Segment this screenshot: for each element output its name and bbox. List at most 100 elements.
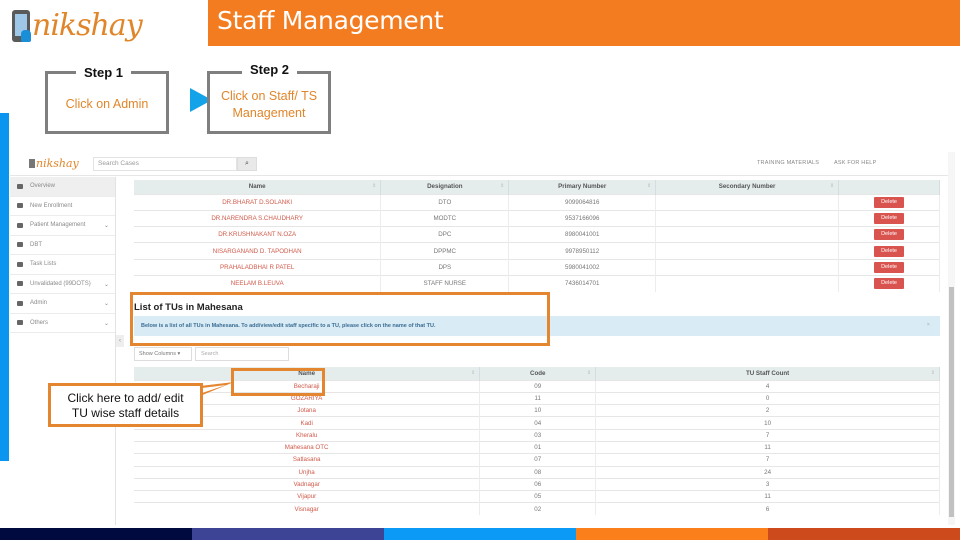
bottom-bar-segment xyxy=(384,528,576,540)
tu-code: 02 xyxy=(479,502,597,516)
staff-designation: MODTC xyxy=(380,209,510,227)
staff-secondary-number xyxy=(655,274,840,292)
col-header-tu-staff-count[interactable]: TU Staff Count ⇕ xyxy=(595,367,940,380)
callout-line2: TU wise staff details xyxy=(71,406,180,420)
close-icon[interactable]: × xyxy=(927,322,930,328)
sidebar-item-label: DBT xyxy=(30,241,42,248)
sidebar-item-label: New Enrollment xyxy=(30,202,73,209)
tu-code: 08 xyxy=(479,465,597,479)
sidebar-item-label: Task Lists xyxy=(30,261,57,268)
search-cases-input[interactable]: Search Cases xyxy=(93,157,237,171)
tu-code: 09 xyxy=(479,379,597,393)
tu-code: 05 xyxy=(479,490,597,503)
ask-for-help-link[interactable]: ASK FOR HELP xyxy=(834,160,876,166)
tu-section-highlight xyxy=(130,292,550,346)
step-2-label: Step 2 xyxy=(242,62,298,77)
tu-staff-count: 7 xyxy=(595,428,940,442)
bottom-bar-segment xyxy=(576,528,768,540)
sidebar: Overview New Enrollment Patient Management… xyxy=(10,177,116,525)
scrollbar-thumb[interactable] xyxy=(949,287,954,517)
sidebar-item-task-lists[interactable]: Task Lists xyxy=(10,255,115,275)
sidebar-item-others[interactable]: Others ⌄ xyxy=(10,314,115,333)
staff-actions: Delete xyxy=(838,258,940,276)
app-scrollbar[interactable] xyxy=(948,152,955,525)
delete-button[interactable]: Delete xyxy=(874,261,905,273)
col-header-name[interactable]: Name ⇕ xyxy=(134,180,382,194)
staff-name-link[interactable]: NISARGANAND D. TAPODHAN xyxy=(134,242,382,260)
collapse-sidebar-button[interactable]: ‹ xyxy=(116,335,124,347)
col-header-secondary-number[interactable]: Secondary Number ⇕ xyxy=(655,180,840,194)
sidebar-item-overview[interactable]: Overview xyxy=(10,177,115,197)
bottom-bar-segment xyxy=(0,528,192,540)
tu-staff-count: 3 xyxy=(595,477,940,491)
staff-row: DR.NARENDRA S.CHAUDHARY MODTC 9537166096 De… xyxy=(134,209,940,227)
staff-designation: DPC xyxy=(380,226,510,243)
tu-name-link[interactable]: Satlasana xyxy=(134,453,481,467)
staff-name-link[interactable]: NEELAM B.LEUVA xyxy=(134,274,382,292)
staff-primary-number: 5980041002 xyxy=(508,258,657,276)
staff-secondary-number xyxy=(655,209,840,227)
staff-name-link[interactable]: DR.BHARAT D.SOLANKI xyxy=(134,193,382,211)
staff-designation: DTO xyxy=(380,193,510,211)
step-2-text: Click on Staff/ TS Management xyxy=(210,88,328,122)
tu-name-link[interactable]: Mahesana OTC xyxy=(134,440,481,454)
bottom-bar-segment xyxy=(192,528,384,540)
training-materials-link[interactable]: TRAINING MATERIALS xyxy=(757,160,819,166)
tu-code: 01 xyxy=(479,440,597,454)
tu-row: Vadnagar 06 3 xyxy=(134,477,940,491)
delete-button[interactable]: Delete xyxy=(874,278,905,290)
decorative-blue-bar xyxy=(0,113,9,461)
tu-name-link[interactable]: Visnagar xyxy=(134,502,481,516)
tu-row: Mahesana OTC 01 11 xyxy=(134,440,940,454)
staff-actions: Delete xyxy=(838,274,940,292)
tu-staff-count: 10 xyxy=(595,416,940,430)
staff-primary-number: 9537166096 xyxy=(508,209,657,227)
tu-name-link[interactable]: Vijapur xyxy=(134,490,481,503)
tu-code: 11 xyxy=(479,391,597,405)
app-logo-text: nikshay xyxy=(36,157,79,170)
tu-code: 10 xyxy=(479,404,597,417)
tu-staff-count: 4 xyxy=(595,379,940,393)
search-button[interactable]: ⌕ xyxy=(237,157,257,171)
search-icon: ⌕ xyxy=(245,160,249,167)
col-header-designation[interactable]: Designation ⇕ xyxy=(380,180,510,194)
staff-name-link[interactable]: PRAHALADBHAI R PATEL xyxy=(134,258,382,276)
chevron-down-icon: ⌄ xyxy=(103,281,109,288)
staff-row: NISARGANAND D. TAPODHAN DPPMC 9978950112 De… xyxy=(134,242,940,260)
sidebar-item-new-enrollment[interactable]: New Enrollment xyxy=(10,197,115,216)
sidebar-item-dbt[interactable]: DBT xyxy=(10,236,115,255)
tu-name-link[interactable]: Kheralu xyxy=(134,428,481,442)
tu-search-input[interactable]: Search xyxy=(195,347,289,361)
sidebar-item-unvalidated-99dots[interactable]: Unvalidated (99DOTS) ⌄ xyxy=(10,275,115,294)
tu-name-link[interactable]: Vadnagar xyxy=(134,477,481,491)
staff-actions: Delete xyxy=(838,226,940,243)
app-logo[interactable]: nikshay xyxy=(29,157,79,170)
tu-code: 04 xyxy=(479,416,597,430)
sidebar-item-patient-management[interactable]: Patient Management ⌄ xyxy=(10,216,115,236)
folder-icon xyxy=(17,222,23,228)
staff-secondary-number xyxy=(655,193,840,211)
tu-staff-count: 11 xyxy=(595,440,940,454)
col-header-primary-number[interactable]: Primary Number ⇕ xyxy=(508,180,657,194)
sidebar-item-admin[interactable]: Admin ⌄ xyxy=(10,294,115,314)
money-icon xyxy=(17,242,23,248)
delete-button[interactable]: Delete xyxy=(874,245,905,257)
staff-name-link[interactable]: DR.NARENDRA S.CHAUDHARY xyxy=(134,209,382,227)
tu-row: Kadi 04 10 xyxy=(134,416,940,430)
staff-secondary-number xyxy=(655,258,840,276)
staff-name-link[interactable]: DR.KRUSHNAKANT N.OZA xyxy=(134,226,382,243)
tu-row: Satlasana 07 7 xyxy=(134,453,940,467)
title-banner: Staff Management xyxy=(208,0,960,46)
show-columns-dropdown[interactable]: Show Columns ▾ xyxy=(134,347,192,361)
delete-button[interactable]: Delete xyxy=(874,196,905,208)
staff-row: DR.BHARAT D.SOLANKI DTO 9099064816 Delete xyxy=(134,193,940,211)
callout-pointer-icon xyxy=(200,382,234,396)
dashboard-icon xyxy=(17,183,23,189)
tu-name-link[interactable]: Unjha xyxy=(134,465,481,479)
col-header-tu-code[interactable]: Code ⇕ xyxy=(479,367,597,380)
delete-button[interactable]: Delete xyxy=(874,229,905,241)
instruction-callout: Click here to add/ edit TU wise staff de… xyxy=(48,383,203,427)
delete-button[interactable]: Delete xyxy=(874,212,905,224)
staff-designation: DPS xyxy=(380,258,510,276)
user-icon xyxy=(17,300,23,306)
